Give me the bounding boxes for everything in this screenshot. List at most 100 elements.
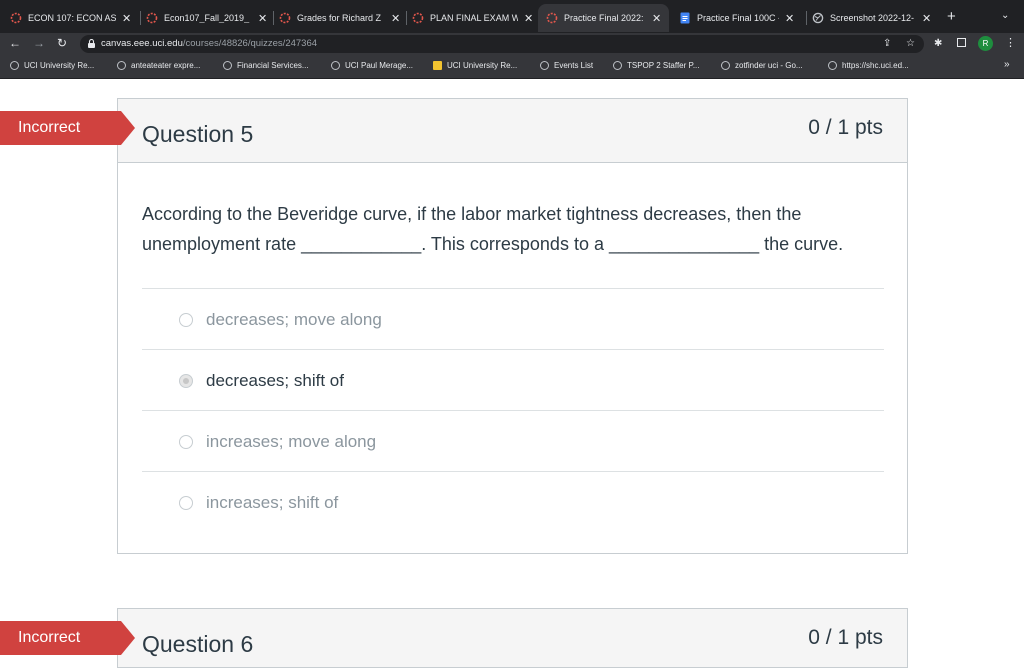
flag-label: Incorrect xyxy=(18,119,81,136)
tab-title: Practice Final 2022: E xyxy=(564,13,646,23)
tab-practice-final-100c[interactable]: Practice Final 100C - ✕ xyxy=(679,4,794,32)
forward-arrow-icon[interactable]: → xyxy=(33,36,45,50)
answer-list: decreases; move along decreases; shift o… xyxy=(142,288,884,532)
bookmark-star-icon[interactable]: ☆ xyxy=(906,38,915,49)
tab-title: ECON 107: ECON AS xyxy=(28,13,116,23)
question-card: Question 5 0 / 1 pts According to the Be… xyxy=(117,98,908,554)
bookmark-label: Financial Services... xyxy=(237,61,309,70)
answer-label: increases; move along xyxy=(206,432,377,451)
bookmark-label: https://shc.uci.ed... xyxy=(842,61,909,70)
next-question-card: Question 6 0 / 1 pts xyxy=(117,608,908,668)
profile-avatar[interactable]: R xyxy=(978,36,993,51)
extensions-puzzle-icon[interactable]: ✱ xyxy=(934,38,942,49)
uci-canvas-icon xyxy=(546,12,558,24)
answer-label: decreases; move along xyxy=(206,310,382,329)
close-icon[interactable]: ✕ xyxy=(122,12,131,25)
tab-title: Econ107_Fall_2019_ xyxy=(164,13,250,23)
tab-title: Practice Final 100C - xyxy=(697,13,779,23)
incorrect-flag: Incorrect xyxy=(0,621,135,655)
globe-icon xyxy=(10,61,19,70)
uci-canvas-icon xyxy=(279,12,291,24)
uci-canvas-icon xyxy=(10,12,22,24)
flag-label: Incorrect xyxy=(18,629,81,646)
reload-icon[interactable]: ↻ xyxy=(57,36,67,50)
next-question-title: Question 6 xyxy=(142,631,254,657)
answer-option[interactable]: increases; move along xyxy=(142,410,884,471)
lock-icon xyxy=(88,39,95,48)
incorrect-flag: Incorrect xyxy=(0,111,135,145)
tab-plan-final-exam[interactable]: PLAN FINAL EXAM W ✕ xyxy=(412,4,533,32)
tab-title: PLAN FINAL EXAM W xyxy=(430,13,518,23)
radio-button[interactable] xyxy=(179,435,193,449)
google-docs-icon xyxy=(680,12,690,24)
globe-icon xyxy=(223,61,232,70)
globe-icon xyxy=(613,61,622,70)
bookmark-item[interactable]: UCI University Re... xyxy=(10,61,94,70)
close-icon[interactable]: ✕ xyxy=(922,12,931,25)
browser-tab-bar: ECON 107: ECON AS ✕ Econ107_Fall_2019_ ✕… xyxy=(0,0,1024,33)
bookmark-label: TSPOP 2 Staffer P... xyxy=(627,61,700,70)
radio-button[interactable] xyxy=(179,496,193,510)
tab-econ107[interactable]: ECON 107: ECON AS ✕ xyxy=(10,4,131,32)
next-question-points: 0 / 1 pts xyxy=(808,626,883,649)
bookmark-item[interactable]: UCI University Re... xyxy=(433,61,517,70)
close-icon[interactable]: ✕ xyxy=(524,12,533,25)
globe-icon xyxy=(117,61,126,70)
answer-option-selected[interactable]: decreases; shift of xyxy=(142,349,884,410)
bookmark-item[interactable]: https://shc.uci.ed... xyxy=(828,61,909,70)
tab-divider xyxy=(406,11,407,25)
bookmark-label: Events List xyxy=(554,61,594,70)
sidebar-icon[interactable] xyxy=(957,38,966,47)
answer-option[interactable]: decreases; move along xyxy=(142,288,884,349)
bookmark-item[interactable]: zotfinder uci - Go... xyxy=(721,61,803,70)
answer-label: increases; shift of xyxy=(206,493,339,512)
close-icon[interactable]: ✕ xyxy=(391,12,400,25)
tab-divider xyxy=(140,11,141,25)
back-arrow-icon[interactable]: ← xyxy=(9,36,21,50)
globe-icon xyxy=(721,61,730,70)
bookmarks-bar: UCI University Re... anteateater expre..… xyxy=(0,55,1024,79)
bookmark-item[interactable]: Events List xyxy=(540,61,593,70)
bookmark-item[interactable]: Financial Services... xyxy=(223,61,309,70)
globe-icon xyxy=(828,61,837,70)
bookmark-label: zotfinder uci - Go... xyxy=(735,61,803,70)
question-title: Question 5 xyxy=(142,121,254,147)
tab-search-chevron-icon[interactable]: ⌄ xyxy=(1001,10,1009,21)
tab-title: Screenshot 2022-12- xyxy=(830,13,915,23)
bookmarks-overflow-chevron[interactable]: » xyxy=(1004,59,1010,70)
tab-practice-final-2022[interactable]: Practice Final 2022: E ✕ xyxy=(538,4,670,32)
tab-screenshot[interactable]: Screenshot 2022-12- ✕ xyxy=(812,4,931,32)
new-tab-button[interactable]: + xyxy=(947,8,956,25)
address-bar[interactable]: canvas.eee.uci.edu/courses/48826/quizzes… xyxy=(80,35,924,53)
radio-button[interactable] xyxy=(179,313,193,327)
globe-icon xyxy=(812,12,824,24)
browser-menu-icon[interactable]: ⋮ xyxy=(1005,36,1016,49)
globe-icon xyxy=(331,61,340,70)
bookmark-label: UCI Paul Merage... xyxy=(345,61,414,70)
tab-grades[interactable]: Grades for Richard Z ✕ xyxy=(279,4,400,32)
bookmark-item[interactable]: TSPOP 2 Staffer P... xyxy=(613,61,699,70)
url-host: canvas.eee.uci.edu xyxy=(101,38,183,49)
tab-divider xyxy=(273,11,274,25)
radio-button-selected[interactable] xyxy=(179,374,193,388)
share-icon[interactable]: ⇪ xyxy=(883,38,891,49)
globe-icon xyxy=(540,61,549,70)
uci-canvas-icon xyxy=(412,12,424,24)
bookmark-label: anteateater expre... xyxy=(131,61,201,70)
answer-option[interactable]: increases; shift of xyxy=(142,471,884,532)
url-path: /courses/48826/quizzes/247364 xyxy=(182,38,318,49)
close-icon[interactable]: ✕ xyxy=(652,12,661,25)
answer-label: decreases; shift of xyxy=(206,371,344,390)
bookmark-label: UCI University Re... xyxy=(24,61,95,70)
bookmark-item[interactable]: UCI Paul Merage... xyxy=(331,61,413,70)
browser-toolbar: ← → ↻ canvas.eee.uci.edu/courses/48826/q… xyxy=(0,33,1024,55)
tab-econ107-fall[interactable]: Econ107_Fall_2019_ ✕ xyxy=(146,4,267,32)
close-icon[interactable]: ✕ xyxy=(258,12,267,25)
tab-title: Grades for Richard Z xyxy=(297,13,382,23)
question-text: According to the Beveridge curve, if the… xyxy=(142,204,844,254)
question-header: Question 5 0 / 1 pts xyxy=(118,99,907,163)
close-icon[interactable]: ✕ xyxy=(785,12,794,25)
url-text[interactable]: canvas.eee.uci.edu/courses/48826/quizzes… xyxy=(101,38,317,49)
uci-canvas-icon xyxy=(146,12,158,24)
bookmark-item[interactable]: anteateater expre... xyxy=(117,61,200,70)
